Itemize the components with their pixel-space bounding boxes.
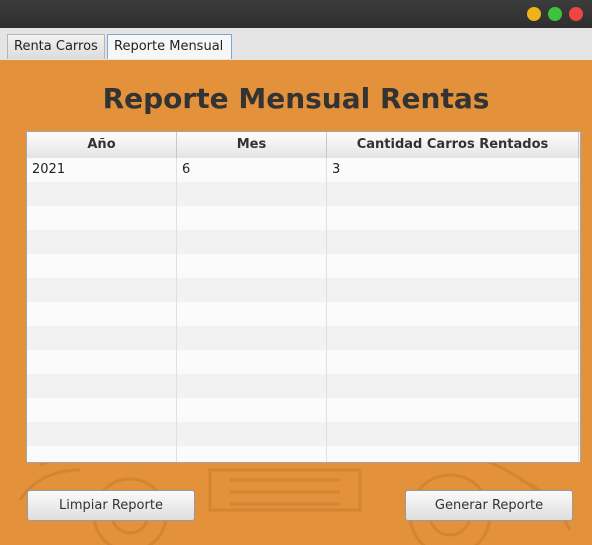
maximize-window-button[interactable] [548,7,562,21]
cell-year [27,374,177,398]
table-header: Año Mes Cantidad Carros Rentados [27,132,580,159]
cell-cars-rented [327,350,579,374]
cell-cars-rented [327,230,579,254]
clear-report-button[interactable]: Limpiar Reporte [27,490,195,521]
cell-month [177,422,327,446]
table-row[interactable] [27,446,580,462]
title-bar [0,0,592,28]
cell-cars-rented [327,206,579,230]
cell-month [177,206,327,230]
table-row[interactable] [27,254,580,278]
cell-year [27,230,177,254]
app-window: Renta Carros Reporte Mensual Reporte Men… [0,0,592,545]
cell-year [27,254,177,278]
table-row[interactable] [27,374,580,398]
column-header-month[interactable]: Mes [177,132,327,158]
cell-month [177,398,327,422]
table-row[interactable] [27,422,580,446]
cell-year [27,422,177,446]
cell-month [177,446,327,462]
cell-month [177,302,327,326]
cell-year [27,326,177,350]
cell-cars-rented [327,278,579,302]
cell-month [177,374,327,398]
cell-month [177,182,327,206]
cell-month [177,350,327,374]
cell-month [177,326,327,350]
column-header-year[interactable]: Año [27,132,177,158]
table-row[interactable] [27,206,580,230]
cell-month [177,254,327,278]
report-panel: Reporte Mensual Rentas Año Mes Cantidad … [0,60,592,545]
cell-year [27,446,177,462]
cell-cars-rented [327,302,579,326]
cell-year [27,182,177,206]
cell-cars-rented [327,446,579,462]
table-row[interactable] [27,350,580,374]
table-row[interactable] [27,230,580,254]
cell-year: 2021 [27,158,177,182]
page-title: Reporte Mensual Rentas [102,82,490,115]
cell-month [177,230,327,254]
cell-cars-rented [327,422,579,446]
generate-report-button[interactable]: Generar Reporte [405,490,573,521]
tab-reporte-mensual[interactable]: Reporte Mensual [107,34,232,59]
column-header-cars-rented[interactable]: Cantidad Carros Rentados [327,132,579,158]
tab-bar: Renta Carros Reporte Mensual [0,28,592,61]
cell-cars-rented [327,254,579,278]
table-row[interactable]: 2021 6 3 [27,158,580,182]
table-row[interactable] [27,278,580,302]
cell-cars-rented [327,398,579,422]
table-row[interactable] [27,182,580,206]
cell-year [27,278,177,302]
minimize-window-button[interactable] [527,7,541,21]
table-row[interactable] [27,302,580,326]
cell-year [27,350,177,374]
cell-year [27,398,177,422]
cell-year [27,206,177,230]
table-row[interactable] [27,398,580,422]
cell-cars-rented: 3 [327,158,579,182]
cell-cars-rented [327,182,579,206]
cell-month: 6 [177,158,327,182]
table-row[interactable] [27,326,580,350]
report-table[interactable]: Año Mes Cantidad Carros Rentados 2021 6 3 [26,131,581,463]
cell-cars-rented [327,374,579,398]
cell-cars-rented [327,326,579,350]
cell-month [177,278,327,302]
close-window-button[interactable] [569,7,583,21]
cell-year [27,302,177,326]
tab-renta-carros[interactable]: Renta Carros [7,34,105,59]
